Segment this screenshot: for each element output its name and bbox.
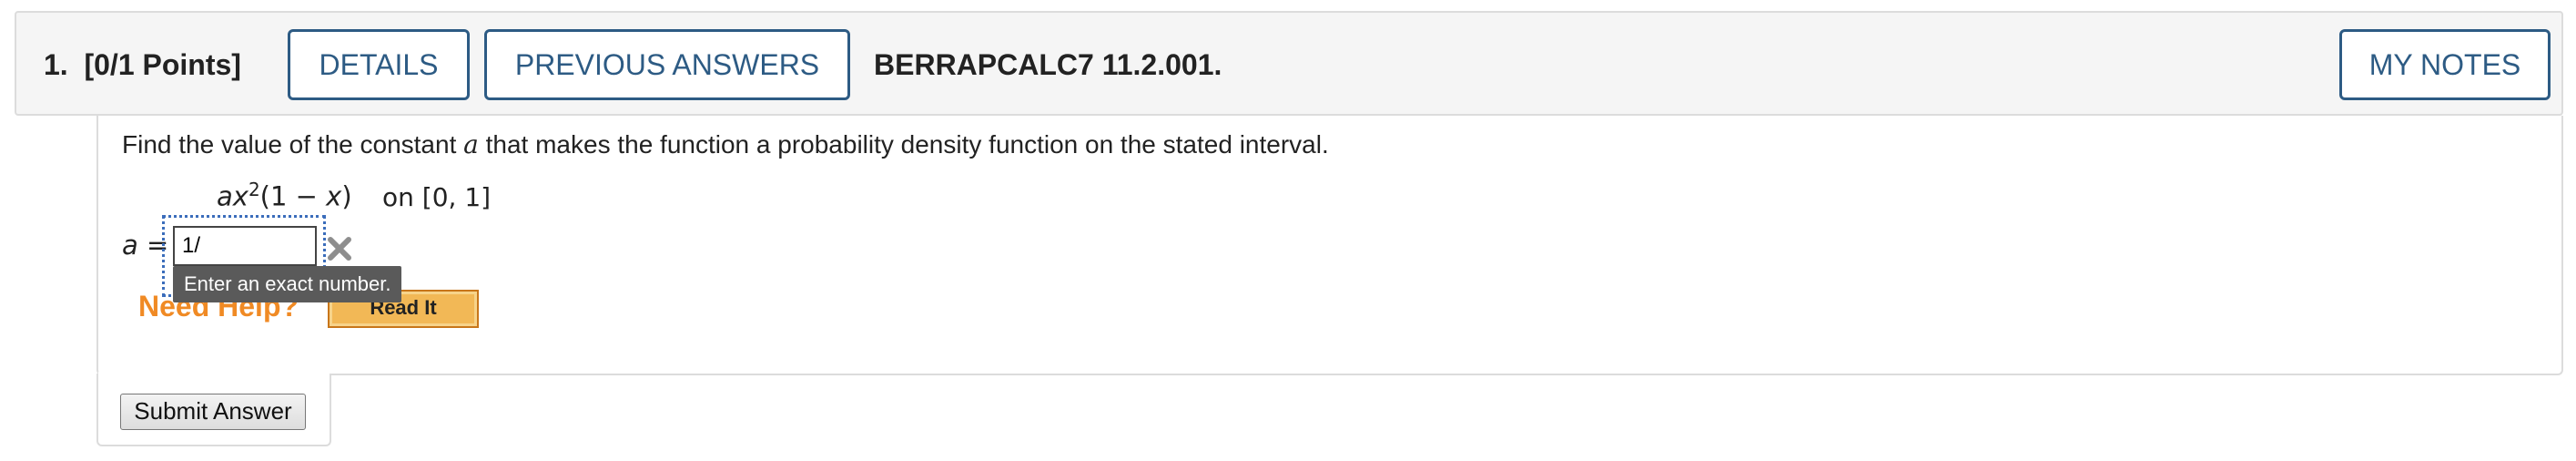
points-label: [0/1 Points] xyxy=(84,48,241,81)
stated-interval: on [0, 1] xyxy=(382,182,492,212)
question-prompt: Find the value of the constant a that ma… xyxy=(122,129,1329,159)
submit-answer-button[interactable]: Submit Answer xyxy=(120,394,306,430)
close-x-icon[interactable] xyxy=(326,235,353,262)
input-tooltip: Enter an exact number. xyxy=(173,266,402,302)
course-code: BERRAPCALC7 11.2.001. xyxy=(874,48,1222,81)
prompt-variable: a xyxy=(463,129,479,159)
my-notes-button[interactable]: MY NOTES xyxy=(2339,29,2551,100)
previous-answers-button[interactable]: PREVIOUS ANSWERS xyxy=(484,29,850,100)
question-points: 1. [0/1 Points] xyxy=(44,13,241,118)
details-button[interactable]: DETAILS xyxy=(288,29,470,100)
function-formula: ax2(1 − x) xyxy=(217,179,352,212)
question-number: 1. xyxy=(44,48,68,81)
question-header: 1. [0/1 Points] DETAILS PREVIOUS ANSWERS… xyxy=(15,11,2563,116)
answer-input[interactable] xyxy=(173,226,317,266)
